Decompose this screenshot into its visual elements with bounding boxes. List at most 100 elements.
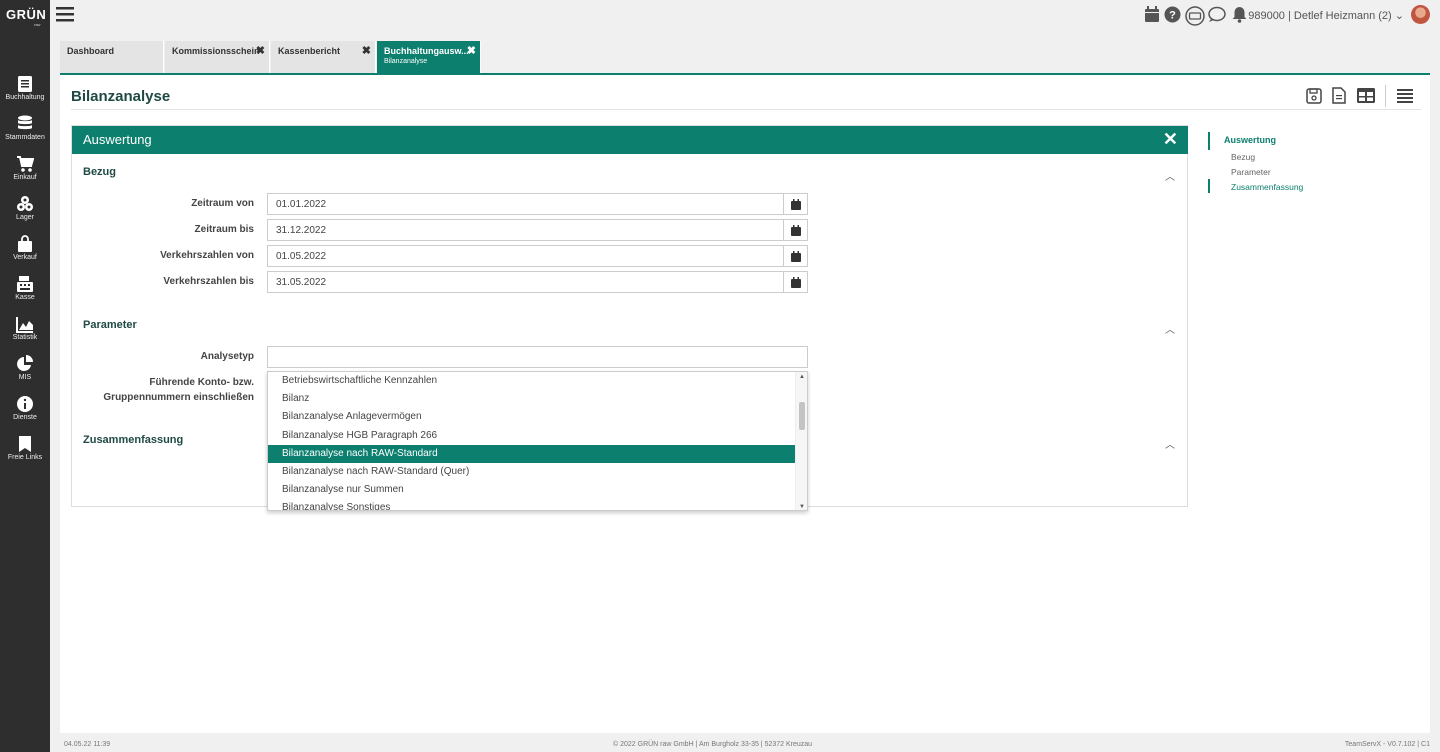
panel-title: Auswertung <box>83 132 152 147</box>
boxes-icon <box>17 196 33 211</box>
ledger-icon <box>18 76 32 92</box>
page-title: Bilanzanalyse <box>71 88 171 105</box>
dropdown-option[interactable]: Bilanzanalyse nach RAW-Standard (Quer) <box>268 463 807 481</box>
avatar[interactable] <box>1411 5 1430 24</box>
sidebar-item-label: MIS <box>18 374 32 381</box>
menu-icon[interactable] <box>56 6 74 22</box>
sidebar-item-mis[interactable]: MIS <box>0 355 50 381</box>
bell-icon[interactable] <box>1232 6 1247 23</box>
tab-dashboard[interactable]: Dashboard <box>60 41 164 74</box>
save-icon[interactable] <box>1306 88 1322 104</box>
tab-buchhaltungsauswertung[interactable]: Buchhaltungausw... Bilanzanalyse ✖ <box>377 41 481 74</box>
table-icon[interactable] <box>1357 88 1375 103</box>
sidebar-item-label: Dienste <box>13 414 37 421</box>
dropdown-option[interactable]: Bilanz <box>268 390 807 408</box>
shopping-bag-icon <box>18 235 32 252</box>
analysetyp-select[interactable] <box>267 346 808 368</box>
section-zusammenfassung-title: Zusammenfassung <box>83 434 184 446</box>
field-value: 31.05.2022 <box>276 277 327 288</box>
area-chart-icon <box>16 317 33 333</box>
bookmark-icon <box>19 436 31 452</box>
dropdown-option[interactable]: Betriebswirtschaftliche Kennzahlen <box>268 372 807 390</box>
sidebar-item-statistik[interactable]: Statistik <box>0 315 50 341</box>
scroll-up-icon[interactable]: ▲ <box>799 374 805 380</box>
tab-label: Buchhaltungausw... <box>384 46 469 56</box>
verkehrszahlen-bis-input[interactable]: 31.05.2022 <box>267 271 808 293</box>
tab-sublabel: Bilanzanalyse <box>384 58 428 65</box>
help-icon[interactable]: ? <box>1164 6 1181 23</box>
topbar: ? 989000 | Detlef Heizmann (2) ⌄ <box>50 0 1440 30</box>
nav-active-bar <box>1208 132 1210 150</box>
nav-item-zusammenfassung[interactable]: Zusammenfassung <box>1231 182 1303 192</box>
zeitraum-von-input[interactable]: 01.01.2022 <box>267 193 808 215</box>
document-icon[interactable] <box>1332 87 1346 104</box>
tab-kommissionsschein[interactable]: Kommissionsschein ✖ <box>165 41 270 74</box>
app-logo[interactable]: GRÜN <box>6 7 46 22</box>
footer-copyright: © 2022 GRÜN raw GmbH | Am Burgholz 33-35… <box>613 741 813 748</box>
user-menu[interactable]: 989000 | Detlef Heizmann (2) ⌄ <box>1248 9 1404 22</box>
sidebar-item-freie-links[interactable]: Freie Links <box>0 435 50 461</box>
sidebar-item-buchhaltung[interactable]: Buchhaltung <box>0 75 50 101</box>
sidebar-item-kasse[interactable]: Kasse <box>0 275 50 301</box>
list-icon[interactable] <box>1396 88 1414 104</box>
sidebar-item-label: Kasse <box>15 294 35 301</box>
analysetyp-label: Analysetyp <box>200 351 254 362</box>
field-value: 01.05.2022 <box>276 251 327 262</box>
nav-item-parameter[interactable]: Parameter <box>1231 167 1271 177</box>
field-value: 01.01.2022 <box>276 199 327 210</box>
footer: 04.05.22 11:39 © 2022 GRÜN raw GmbH | Am… <box>50 736 1440 752</box>
chevron-up-icon[interactable]: ︿ <box>1165 321 1175 336</box>
zeitraum-bis-input[interactable]: 31.12.2022 <box>267 219 808 241</box>
close-icon[interactable]: ✖ <box>467 44 476 57</box>
analysetyp-dropdown: Betriebswirtschaftliche Kennzahlen Bilan… <box>267 371 808 511</box>
tab-label: Kassenbericht <box>278 46 341 56</box>
chevron-up-icon[interactable]: ︿ <box>1165 168 1175 183</box>
nav-item-bezug[interactable]: Bezug <box>1231 152 1255 162</box>
pie-chart-icon <box>17 355 33 371</box>
close-icon[interactable]: ✖ <box>362 44 371 57</box>
sidebar-item-verkauf[interactable]: Verkauf <box>0 235 50 261</box>
calendar-icon[interactable] <box>783 272 807 292</box>
svg-text:?: ? <box>1169 10 1176 22</box>
sidebar-item-label: Verkauf <box>13 254 37 261</box>
divider <box>1385 85 1386 107</box>
sidebar-item-label: Freie Links <box>7 454 43 461</box>
field-label: Zeitraum von <box>191 198 254 209</box>
panel-header: Auswertung ✕ <box>72 126 1188 154</box>
auswertung-panel: Auswertung ✕ Bezug ︿ Zeitraum von 01.01.… <box>71 125 1188 511</box>
scrollbar-thumb[interactable] <box>799 402 805 430</box>
calendar-icon[interactable] <box>783 220 807 240</box>
main-content: Bilanzanalyse Auswertung ✕ Bezug ︿ Zeitr… <box>60 75 1430 733</box>
database-icon <box>18 115 32 130</box>
cart-icon <box>17 156 34 172</box>
sidebar-item-stammdaten[interactable]: Stammdaten <box>0 115 50 141</box>
verkehrszahlen-von-input[interactable]: 01.05.2022 <box>267 245 808 267</box>
nav-active-bar <box>1208 179 1210 193</box>
sidebar-item-lager[interactable]: Lager <box>0 195 50 221</box>
field-label: Zeitraum bis <box>194 224 254 235</box>
nav-item-auswertung[interactable]: Auswertung <box>1224 135 1276 145</box>
dropdown-option-selected[interactable]: Bilanzanalyse nach RAW-Standard <box>268 444 797 463</box>
scroll-down-icon[interactable]: ▼ <box>799 504 805 510</box>
sidebar-item-label: Stammdaten <box>5 134 45 141</box>
dropdown-option[interactable]: Bilanzanalyse Anlagevermögen <box>268 408 807 426</box>
dropdown-option[interactable]: Bilanzanalyse HGB Paragraph 266 <box>268 427 807 445</box>
tab-kassenbericht[interactable]: Kassenbericht ✖ <box>271 41 376 74</box>
keyboard-icon[interactable] <box>1185 6 1205 26</box>
close-icon[interactable]: ✖ <box>256 44 265 57</box>
dropdown-option[interactable]: Bilanzanalyse Sonstiges <box>268 499 807 510</box>
sidebar-item-einkauf[interactable]: Einkauf <box>0 155 50 181</box>
dropdown-scrollbar[interactable]: ▲ ▼ <box>795 372 807 510</box>
calendar-icon[interactable] <box>783 246 807 266</box>
fuehrende-label: Führende Konto- bzw. Gruppennummern eins… <box>103 377 254 403</box>
calendar-icon[interactable] <box>783 194 807 214</box>
sidebar: GRÜN raw Buchhaltung Stammdaten Einkauf … <box>0 0 50 752</box>
chat-icon[interactable] <box>1208 6 1226 23</box>
sidebar-item-dienste[interactable]: Dienste <box>0 395 50 421</box>
app-logo-sub: raw <box>34 22 41 27</box>
calendar-icon[interactable] <box>1144 6 1160 23</box>
dropdown-option[interactable]: Bilanzanalyse nur Summen <box>268 481 807 499</box>
close-icon[interactable]: ✕ <box>1163 129 1178 150</box>
sidebar-item-label: Einkauf <box>13 174 37 181</box>
chevron-up-icon[interactable]: ︿ <box>1165 436 1175 451</box>
